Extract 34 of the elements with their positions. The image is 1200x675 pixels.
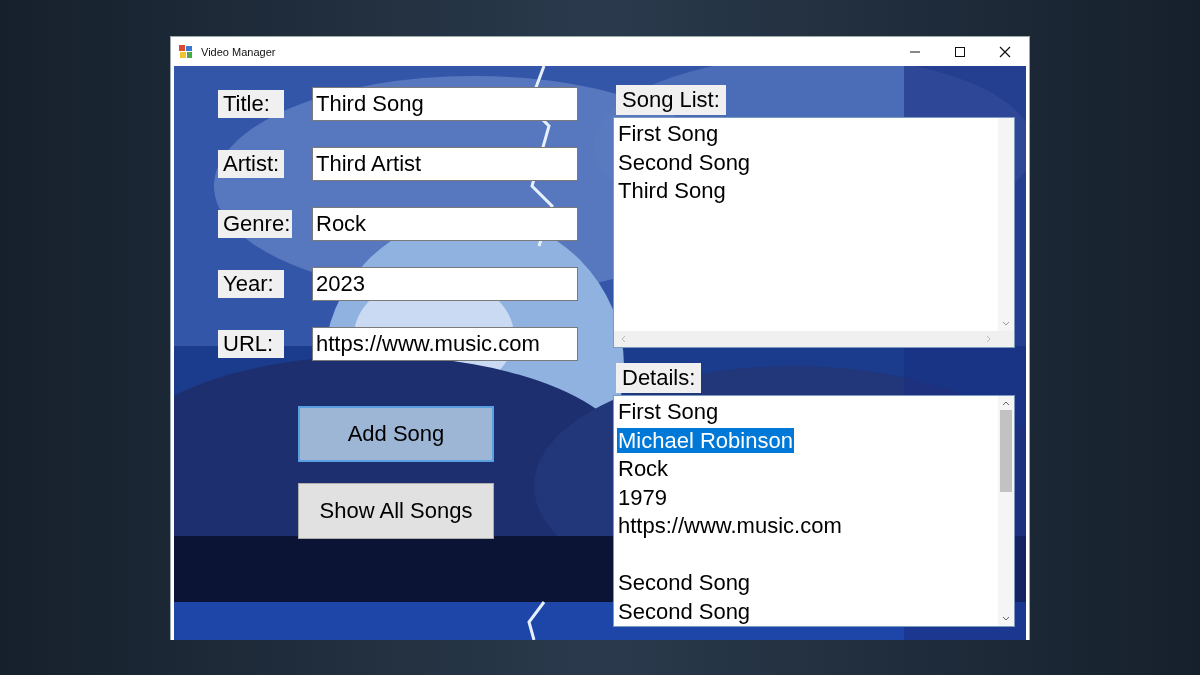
list-item[interactable]: 1979 xyxy=(617,484,668,510)
details-listbox[interactable]: First Song Michael Robinson Rock 1979 https://www.music.com Second Song Second Song xyxy=(613,395,1015,627)
list-item[interactable]: Third Song xyxy=(617,178,727,203)
list-item[interactable]: Second Song xyxy=(617,149,752,175)
scroll-down-icon[interactable] xyxy=(1002,321,1010,327)
field-label: Artist: xyxy=(218,150,285,178)
song-listbox[interactable]: First Song Second Song Third Song xyxy=(613,117,1015,348)
list-item[interactable]: https://www.music.com xyxy=(617,513,843,538)
field-label: Title: xyxy=(218,90,284,118)
input-field[interactable]: Third Artist xyxy=(312,147,578,181)
scroll-thumb[interactable] xyxy=(1000,410,1012,492)
details-label: Details: xyxy=(616,363,702,393)
list-item[interactable]: Michael Robinson xyxy=(617,427,794,453)
field-label: Year: xyxy=(218,270,284,298)
list-item[interactable]: Second Song xyxy=(617,570,752,595)
input-field[interactable]: 2023 xyxy=(312,267,578,301)
show-all-button[interactable]: Show All Songs xyxy=(298,483,494,539)
app-icon xyxy=(179,44,193,59)
scroll-down-icon[interactable] xyxy=(1002,616,1010,622)
list-item[interactable]: Rock xyxy=(617,456,670,481)
list-label: Song List: xyxy=(616,85,726,115)
field-label: URL: xyxy=(218,330,284,358)
field-label: Genre: xyxy=(218,210,292,238)
list-item[interactable]: First Song xyxy=(617,121,720,146)
maximize-icon[interactable] xyxy=(954,45,966,58)
input-field[interactable]: Rock xyxy=(312,207,578,241)
window-title: Video Manager xyxy=(201,45,276,58)
input-field[interactable]: https://www.music.com xyxy=(312,327,578,361)
close-icon[interactable] xyxy=(999,45,1011,58)
scroll-up-icon[interactable] xyxy=(1002,400,1010,406)
input-field[interactable]: Third Song xyxy=(312,87,578,121)
list-item[interactable]: First Song xyxy=(617,399,720,424)
add-song-button[interactable]: Add Song xyxy=(298,406,494,462)
list-item[interactable]: Second Song xyxy=(617,598,752,624)
